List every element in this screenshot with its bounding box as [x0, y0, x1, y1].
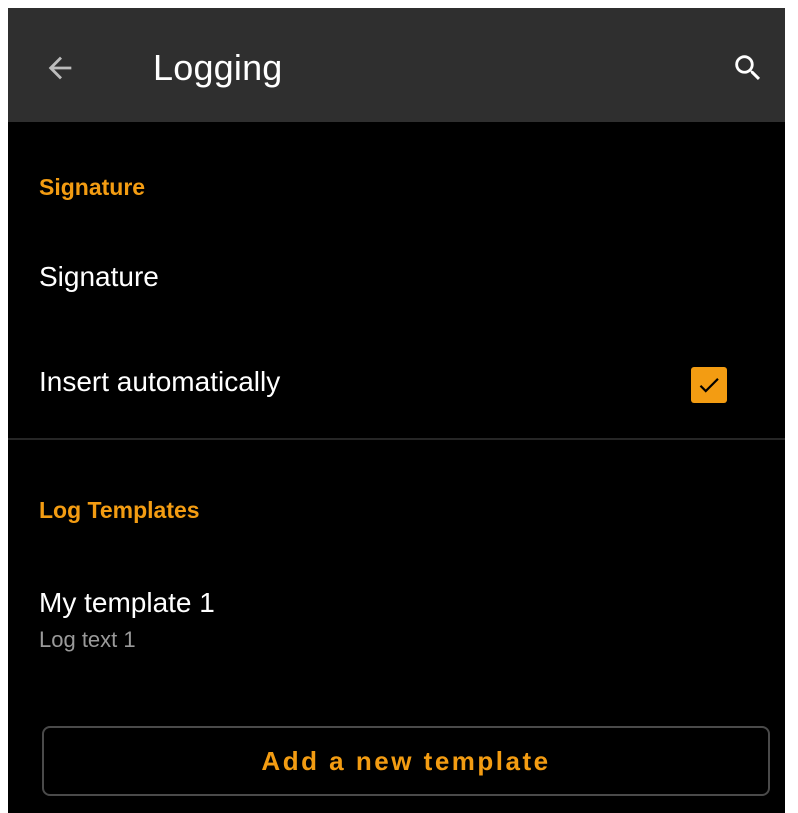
section-divider [8, 438, 785, 440]
search-button[interactable] [726, 46, 770, 90]
template-title: My template 1 [39, 587, 215, 618]
signature-preference-title: Signature [39, 261, 159, 292]
add-template-button[interactable]: Add a new template [42, 726, 770, 796]
section-header-signature: Signature [39, 174, 146, 200]
back-button[interactable] [36, 44, 84, 92]
insert-automatically-title: Insert automatically [39, 366, 281, 397]
settings-screen: Logging Signature Signature Insert autom… [8, 8, 785, 813]
search-icon [735, 55, 761, 81]
checkmark-icon [699, 378, 719, 393]
page-title: Logging [153, 47, 283, 88]
signature-preference[interactable]: Signature [8, 248, 785, 308]
insert-automatically-checkbox[interactable] [691, 367, 727, 403]
app-bar: Logging [8, 8, 785, 122]
arrow-left-icon [48, 56, 72, 80]
template-item[interactable]: My template 1 Log text 1 [8, 578, 785, 658]
template-summary: Log text 1 [39, 627, 136, 652]
insert-automatically-preference[interactable]: Insert automatically [8, 353, 785, 413]
section-header-log-templates: Log Templates [39, 497, 200, 523]
